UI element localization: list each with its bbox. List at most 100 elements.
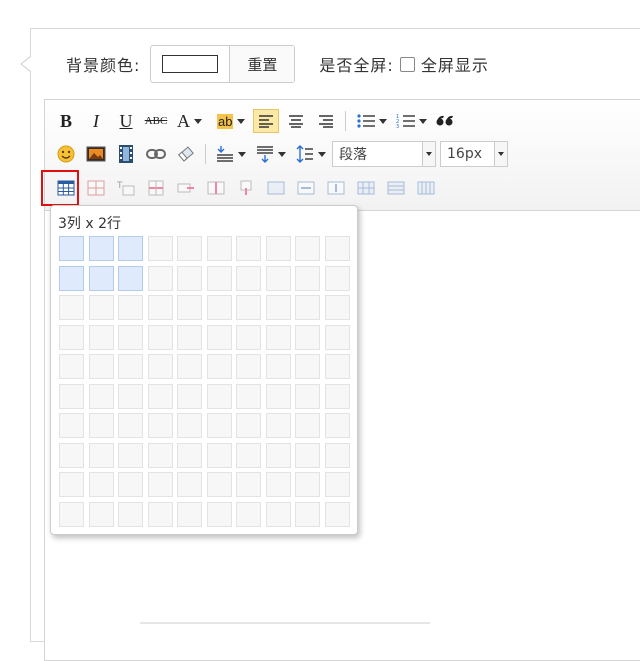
table-size-cell[interactable] <box>59 236 84 261</box>
table-size-cell[interactable] <box>147 236 173 261</box>
table-size-cell[interactable] <box>147 295 173 320</box>
fullscreen-checkbox[interactable] <box>399 56 415 72</box>
table-size-cell[interactable] <box>118 236 143 261</box>
bg-color-picker[interactable] <box>151 46 231 82</box>
table-size-cell[interactable] <box>324 236 350 261</box>
highlight-color-button[interactable]: ab <box>213 109 249 133</box>
table-size-cell[interactable] <box>147 413 173 438</box>
align-center-button[interactable] <box>283 109 309 133</box>
bg-color-swatch[interactable] <box>162 55 219 73</box>
table-size-cell[interactable] <box>88 265 114 291</box>
unordered-list-button[interactable] <box>352 109 388 133</box>
table-size-cell[interactable] <box>177 295 202 320</box>
table-size-cell[interactable] <box>118 295 143 320</box>
table-size-cell[interactable] <box>88 324 114 350</box>
table-size-cell[interactable] <box>59 413 84 438</box>
table-size-cell[interactable] <box>265 236 291 261</box>
table-size-cell[interactable] <box>265 295 291 320</box>
table-size-cell[interactable] <box>177 265 202 291</box>
font-color-button[interactable]: A <box>173 109 209 133</box>
table-size-cell[interactable] <box>295 236 320 261</box>
align-left-button[interactable] <box>253 109 279 133</box>
table-size-cell[interactable] <box>206 324 232 350</box>
table-size-cell[interactable] <box>88 501 114 527</box>
table-size-cell[interactable] <box>118 383 143 409</box>
table-size-cell[interactable] <box>177 442 202 468</box>
insert-video-button[interactable] <box>113 142 139 166</box>
table-size-cell[interactable] <box>236 501 261 527</box>
table-size-cell[interactable] <box>206 501 232 527</box>
table-size-cell[interactable] <box>88 383 114 409</box>
table-size-cell[interactable] <box>88 295 114 320</box>
table-size-cell[interactable] <box>265 413 291 438</box>
table-size-cell[interactable] <box>324 501 350 527</box>
table-size-cell[interactable] <box>147 383 173 409</box>
table-size-cell[interactable] <box>88 413 114 438</box>
table-size-cell[interactable] <box>236 413 261 438</box>
table-size-cell[interactable] <box>59 295 84 320</box>
table-size-picker[interactable]: 3列 x 2行 <box>50 205 358 535</box>
table-size-cell[interactable] <box>324 354 350 379</box>
table-size-cell[interactable] <box>206 295 232 320</box>
table-size-cell[interactable] <box>206 236 232 261</box>
table-size-cell[interactable] <box>147 354 173 379</box>
table-size-cell[interactable] <box>177 236 202 261</box>
insert-caption-button[interactable]: T <box>113 176 139 200</box>
table-size-cell[interactable] <box>295 354 320 379</box>
table-size-cell[interactable] <box>236 383 261 409</box>
font-size-select[interactable]: 16px <box>440 141 508 167</box>
table-size-cell[interactable] <box>236 324 261 350</box>
table-size-cell[interactable] <box>177 501 202 527</box>
table-size-cell[interactable] <box>324 265 350 291</box>
table-size-cell[interactable] <box>118 354 143 379</box>
table-size-cell[interactable] <box>147 472 173 497</box>
table-size-cell[interactable] <box>59 501 84 527</box>
insert-link-button[interactable] <box>143 142 169 166</box>
table-size-cell[interactable] <box>59 354 84 379</box>
split-columns-button[interactable] <box>413 176 439 200</box>
merge-cells-button[interactable] <box>263 176 289 200</box>
table-size-cell[interactable] <box>206 265 232 291</box>
reset-button[interactable]: 重置 <box>230 46 295 82</box>
table-size-cell[interactable] <box>88 354 114 379</box>
table-size-cell[interactable] <box>206 413 232 438</box>
table-size-cell[interactable] <box>177 324 202 350</box>
table-size-cell[interactable] <box>147 442 173 468</box>
table-size-cell[interactable] <box>147 501 173 527</box>
table-size-cell[interactable] <box>324 295 350 320</box>
delete-row-button[interactable] <box>173 176 199 200</box>
table-size-cell[interactable] <box>59 472 84 497</box>
paragraph-format-select[interactable]: 段落 <box>332 141 436 167</box>
table-size-cell[interactable] <box>324 413 350 438</box>
merge-down-button[interactable] <box>323 176 349 200</box>
table-size-cell[interactable] <box>59 324 84 350</box>
table-size-cell[interactable] <box>295 265 320 291</box>
table-size-cell[interactable] <box>88 442 114 468</box>
table-size-cell[interactable] <box>118 501 143 527</box>
table-size-cell[interactable] <box>265 442 291 468</box>
emoticon-button[interactable] <box>53 142 79 166</box>
table-size-cell[interactable] <box>88 236 114 261</box>
blockquote-button[interactable] <box>432 109 458 133</box>
fullscreen-option-label[interactable]: 全屏显示 <box>421 52 489 76</box>
delete-table-button[interactable] <box>83 176 109 200</box>
table-size-grid[interactable] <box>59 236 350 527</box>
table-size-cell[interactable] <box>295 501 320 527</box>
table-size-cell[interactable] <box>265 501 291 527</box>
horizontal-scrollbar[interactable] <box>140 622 430 624</box>
delete-column-button[interactable] <box>233 176 259 200</box>
table-size-cell[interactable] <box>295 442 320 468</box>
table-size-cell[interactable] <box>265 354 291 379</box>
table-size-cell[interactable] <box>177 413 202 438</box>
table-size-cell[interactable] <box>236 295 261 320</box>
table-size-cell[interactable] <box>59 265 84 291</box>
line-height-button[interactable] <box>292 142 328 166</box>
table-size-cell[interactable] <box>295 383 320 409</box>
align-right-button[interactable] <box>313 109 339 133</box>
table-size-cell[interactable] <box>59 442 84 468</box>
italic-button[interactable]: I <box>83 109 109 133</box>
split-rows-button[interactable] <box>383 176 409 200</box>
table-size-cell[interactable] <box>265 472 291 497</box>
table-size-cell[interactable] <box>177 354 202 379</box>
clear-format-button[interactable] <box>173 142 199 166</box>
